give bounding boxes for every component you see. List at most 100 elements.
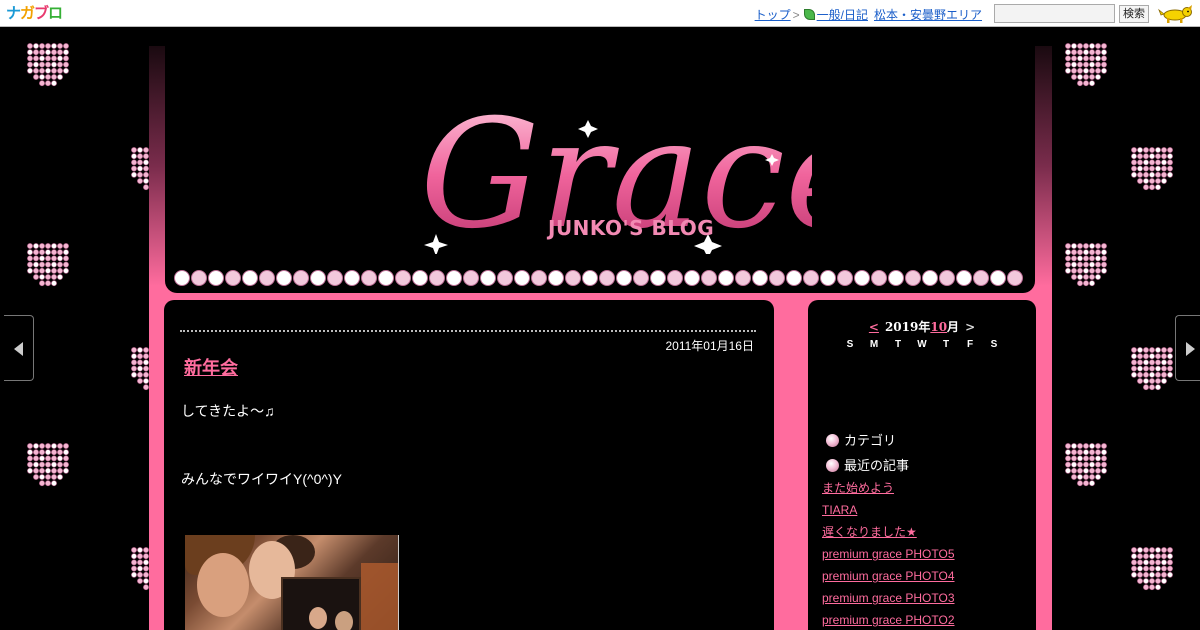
calendar-prev-link[interactable]: < [869, 320, 879, 334]
site-logo[interactable]: ナガブロ [6, 2, 68, 24]
category-heading-label: カテゴリ [844, 433, 897, 448]
rhinestone-gem [191, 270, 207, 286]
rhinestone-gem [327, 270, 343, 286]
recent-articles-list: また始めよう TIARA 遅くなりました★ premium grace PHOT… [822, 480, 1022, 630]
entry-body-line: してきたよ〜♫ [181, 403, 275, 419]
calendar-weekdays: S M T W T F S [843, 339, 1001, 350]
recent-article-link[interactable]: premium grace PHOTO3 [822, 590, 1022, 612]
rhinestone-gem [463, 270, 479, 286]
search-button[interactable]: 検索 [1119, 5, 1149, 23]
blog-subtitle: JUNKO'S BLOG [548, 216, 715, 240]
search-input[interactable] [994, 4, 1115, 23]
next-arrow-button[interactable] [1175, 315, 1200, 381]
rhinestone-gem [888, 270, 904, 286]
entry-body-line: みんなでワイワイY(^0^)Y [181, 471, 342, 487]
rhinestone-gem [718, 270, 734, 286]
rhinestone-gem [939, 270, 955, 286]
rhinestone-gem [208, 270, 224, 286]
calendar-year: 2019年 [884, 320, 931, 334]
rhinestone-gem [956, 270, 972, 286]
nav-top-link[interactable]: トップ [755, 8, 791, 22]
weekday-label: T [942, 339, 950, 350]
rhinestone-gem [174, 270, 190, 286]
rhinestone-gem [531, 270, 547, 286]
rhinestone-gem [344, 270, 360, 286]
entry-divider [180, 330, 756, 332]
gem-bullet-icon [826, 459, 839, 472]
recent-article-link[interactable]: また始めよう [822, 480, 1022, 502]
weekday-label: S [846, 339, 854, 350]
recent-article-link[interactable]: premium grace PHOTO4 [822, 568, 1022, 590]
rhinestone-gem [582, 270, 598, 286]
rhinestone-gem [361, 270, 377, 286]
rhinestone-heart-icon [14, 242, 82, 304]
rhinestone-gem [429, 270, 445, 286]
rhinestone-gem [922, 270, 938, 286]
rhinestone-heart-icon [1052, 442, 1120, 504]
rhinestone-gem [293, 270, 309, 286]
entry-photo[interactable] [185, 535, 399, 630]
calendar-next-link[interactable]: > [965, 320, 975, 334]
rhinestone-gem [616, 270, 632, 286]
rhinestone-gem [786, 270, 802, 286]
weekday-label: S [990, 339, 998, 350]
rhinestone-gem [633, 270, 649, 286]
rhinestone-gem [990, 270, 1006, 286]
rhinestone-gem [684, 270, 700, 286]
rhinestone-gem [905, 270, 921, 286]
rhinestone-gem [752, 270, 768, 286]
arrow-right-icon [1186, 342, 1195, 356]
weekday-label: T [894, 339, 902, 350]
recent-article-link[interactable]: TIARA [822, 502, 1022, 524]
nav-separator: > [792, 8, 800, 22]
rhinestone-gem [1007, 270, 1023, 286]
weekday-label: M [869, 339, 879, 350]
recent-article-link[interactable]: premium grace PHOTO5 [822, 546, 1022, 568]
topbar-nav: トップ > 一般/日記 松本・安曇野エリア [755, 6, 982, 23]
rhinestone-heart-icon [1052, 42, 1120, 104]
rhinestone-heart-icon [14, 442, 82, 504]
weekday-label: W [917, 339, 927, 350]
rhinestone-gem [446, 270, 462, 286]
rhinestone-gem [973, 270, 989, 286]
arrow-left-icon [14, 342, 23, 356]
nav-category-link[interactable]: 一般/日記 [817, 8, 868, 22]
nav-area-link[interactable]: 松本・安曇野エリア [874, 8, 982, 22]
recent-heading-label: 最近の記事 [844, 458, 910, 473]
entry-date: 2011年01月16日 [665, 339, 754, 353]
rhinestone-gem [514, 270, 530, 286]
rhinestone-heart-icon [1118, 146, 1186, 208]
leaf-icon [803, 9, 815, 20]
rhinestone-gem [497, 270, 513, 286]
yellow-dog-mascot-icon[interactable] [1158, 4, 1194, 24]
entry-title-link[interactable]: 新年会 [184, 354, 238, 380]
rhinestone-gem [803, 270, 819, 286]
recent-heading: 最近の記事 [826, 455, 909, 474]
rhinestone-gem [735, 270, 751, 286]
recent-article-link[interactable]: premium grace PHOTO2 [822, 612, 1022, 630]
rhinestone-gem [276, 270, 292, 286]
rhinestone-gem [871, 270, 887, 286]
rhinestone-gem [769, 270, 785, 286]
gem-bullet-icon [826, 434, 839, 447]
calendar-month-suffix: 月 [947, 320, 960, 334]
calendar-header: <2019年10月 > [808, 318, 1036, 335]
rhinestone-gem [565, 270, 581, 286]
recent-article-link[interactable]: 遅くなりました★ [822, 524, 1022, 546]
category-heading: カテゴリ [826, 430, 896, 449]
rhinestone-gem [378, 270, 394, 286]
rhinestone-gem [259, 270, 275, 286]
prev-arrow-button[interactable] [4, 315, 34, 381]
rhinestone-heart-icon [14, 42, 82, 104]
rhinestone-border-row [174, 270, 1023, 286]
rhinestone-gem [310, 270, 326, 286]
calendar-month-link[interactable]: 10 [930, 320, 947, 334]
rhinestone-gem [412, 270, 428, 286]
rhinestone-gem [837, 270, 853, 286]
rhinestone-gem [548, 270, 564, 286]
rhinestone-gem [650, 270, 666, 286]
rhinestone-gem [242, 270, 258, 286]
rhinestone-gem [395, 270, 411, 286]
rhinestone-gem [225, 270, 241, 286]
rhinestone-gem [854, 270, 870, 286]
